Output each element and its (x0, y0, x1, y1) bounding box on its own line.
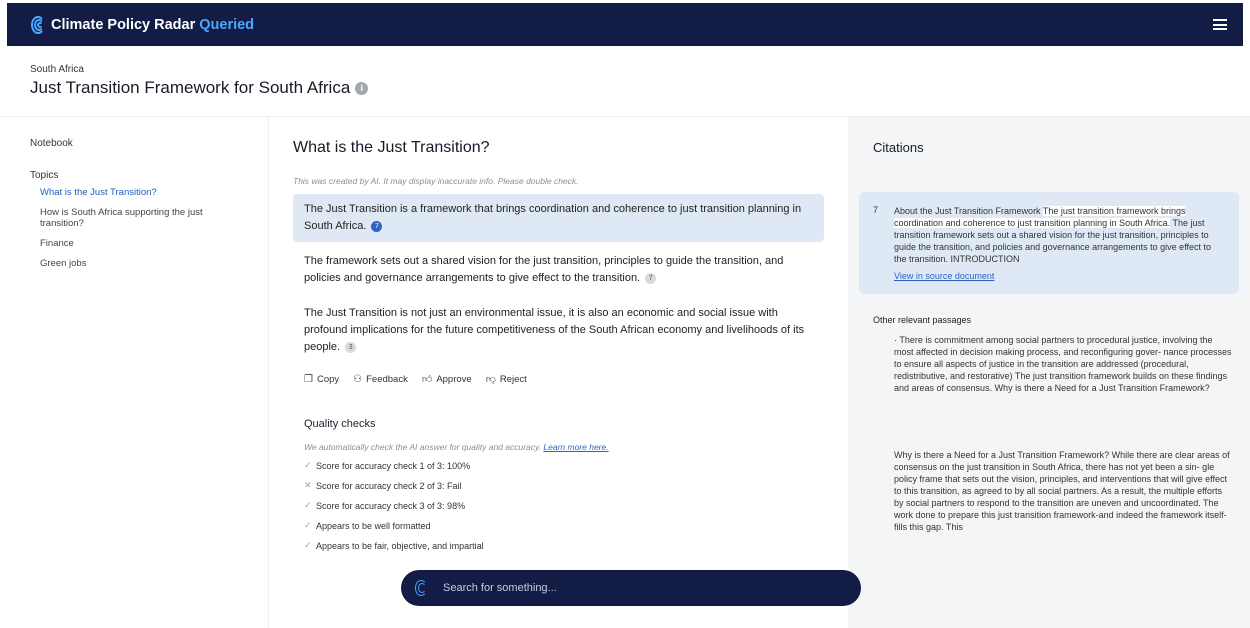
answer-paragraph: The framework sets out a shared vision f… (293, 246, 824, 294)
citation-badge[interactable]: 3 (345, 341, 357, 353)
info-icon[interactable]: i (355, 81, 369, 95)
answer-paragraph-text: The Just Transition is not just an envir… (304, 307, 805, 353)
citations-heading: Citations (873, 140, 924, 155)
sidebar-item-green-jobs[interactable]: Green jobs (30, 258, 238, 269)
document-country: South Africa (30, 64, 84, 75)
brand-accent[interactable]: Queried (199, 17, 254, 33)
sidebar: Notebook Topics What is the Just Transit… (0, 117, 269, 628)
quality-check-item: ✓ Score for accuracy check 1 of 3: 100% (304, 460, 824, 471)
quality-check-text: Appears to be well formatted (316, 520, 431, 531)
check-icon: ✓ (304, 500, 312, 510)
sidebar-topics-heading: Topics (30, 170, 59, 181)
feedback-button[interactable]: ⚇ Feedback (353, 373, 408, 385)
copy-icon: ❐ (304, 373, 313, 385)
citation-badge[interactable]: 7 (371, 220, 383, 232)
quality-checks-heading: Quality checks (304, 418, 376, 430)
citations-panel: Citations 7 About the Just Transition Fr… (848, 117, 1250, 628)
answer-paragraph: The Just Transition is not just an envir… (293, 298, 824, 363)
approve-button[interactable]: 👍︎ Approve (421, 373, 472, 386)
copy-button[interactable]: ❐ Copy (304, 373, 339, 385)
hamburger-menu-icon[interactable] (1213, 19, 1227, 30)
feedback-icon: ⚇ (353, 373, 363, 385)
thumbs-down-icon: 👎︎ (485, 374, 496, 385)
learn-more-link[interactable]: Learn more here. (543, 442, 608, 452)
relevant-passage[interactable]: Why is there a Need for a Just Transitio… (859, 449, 1239, 533)
quality-check-text: Appears to be fair, objective, and impar… (316, 540, 484, 551)
sidebar-item-finance[interactable]: Finance (30, 238, 238, 249)
other-passages-heading: Other relevant passages (873, 315, 972, 325)
reject-label: Reject (499, 373, 527, 385)
quality-check-item: ✓ Appears to be well formatted (304, 520, 824, 531)
thumbs-up-icon: 👍︎ (421, 374, 433, 385)
search-input[interactable] (443, 582, 823, 594)
view-source-link[interactable]: View in source document (894, 270, 1225, 282)
quality-checks-note: We automatically check the AI answer for… (293, 442, 824, 452)
sidebar-item-what-is-just-transition[interactable]: What is the Just Transition? (30, 187, 238, 198)
citation-card: 7 About the Just Transition Framework Th… (859, 192, 1239, 294)
quality-check-item: ✓ Appears to be fair, objective, and imp… (304, 540, 824, 551)
document-title: Just Transition Framework for South Afri… (30, 78, 351, 97)
question-title: What is the Just Transition? (293, 139, 490, 156)
answer-actions: ❐ Copy ⚇ Feedback 👍︎ Approve 👎︎ Reject (293, 373, 824, 386)
citation-text: About the Just Transition Framework The … (894, 205, 1225, 282)
top-navigation-bar: Climate Policy Radar Queried (7, 3, 1243, 46)
quality-check-item: ✓ Score for accuracy check 3 of 3: 98% (304, 500, 824, 511)
quality-check-text: Score for accuracy check 3 of 3: 98% (316, 500, 466, 511)
logo-icon[interactable] (31, 15, 45, 34)
feedback-label: Feedback (366, 373, 408, 385)
quality-check-item: ✕ Score for accuracy check 2 of 3: Fail (304, 480, 824, 491)
reject-button[interactable]: 👎︎ Reject (485, 373, 527, 386)
copy-label: Copy (316, 373, 340, 385)
approve-label: Approve (436, 373, 472, 385)
search-bar[interactable] (401, 570, 861, 606)
search-logo-icon (415, 580, 427, 596)
check-icon: ✓ (304, 460, 312, 470)
quality-note-text: We automatically check the AI answer for… (304, 442, 542, 452)
answer-paragraph: The Just Transition is a framework that … (293, 194, 824, 242)
cross-icon: ✕ (304, 480, 312, 490)
relevant-passage[interactable]: · There is commitment among social partn… (859, 334, 1239, 394)
check-icon: ✓ (304, 520, 312, 530)
quality-check-text: Score for accuracy check 1 of 3: 100% (316, 460, 471, 471)
page-title: Just Transition Framework for South Afri… (30, 78, 369, 98)
topics-list: What is the Just Transition? How is Sout… (30, 187, 238, 269)
sidebar-notebook-heading: Notebook (30, 138, 73, 149)
citation-number: 7 (873, 205, 879, 215)
quality-check-text: Score for accuracy check 2 of 3: Fail (316, 480, 462, 491)
ai-disclaimer: This was created by AI. It may display i… (293, 176, 579, 186)
quality-checks-list: ✓ Score for accuracy check 1 of 3: 100% … (293, 460, 824, 551)
answer-panel: What is the Just Transition? This was cr… (270, 117, 847, 628)
sidebar-item-south-africa-support[interactable]: How is South Africa supporting the just … (30, 207, 238, 229)
citation-badge[interactable]: 7 (645, 272, 657, 284)
answer-paragraph-text: The framework sets out a shared vision f… (304, 255, 784, 284)
citation-lead: About the Just Transition Framework (894, 206, 1043, 216)
check-icon: ✓ (304, 540, 312, 550)
document-header: South Africa Just Transition Framework f… (30, 64, 369, 98)
brand-name[interactable]: Climate Policy Radar (51, 17, 195, 33)
